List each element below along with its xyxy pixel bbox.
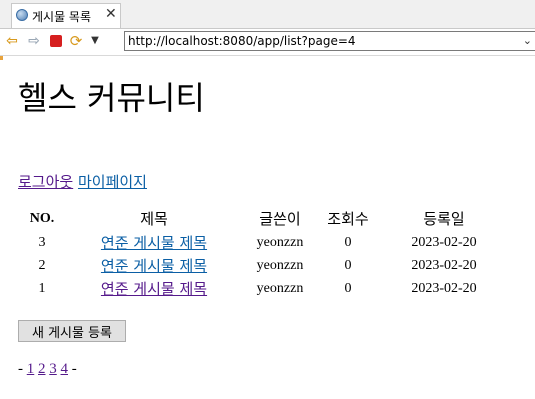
- logout-link[interactable]: 로그아웃: [18, 173, 73, 191]
- post-title-link[interactable]: 연준 게시물 제목: [101, 257, 207, 275]
- cell-no: 1: [38, 280, 46, 296]
- cell-date: 2023-02-20: [411, 280, 477, 296]
- close-icon[interactable]: ✕: [105, 6, 117, 22]
- stop-icon[interactable]: [48, 33, 64, 49]
- chevron-down-icon[interactable]: ⌄: [523, 34, 532, 47]
- header-author: 글쓴이: [259, 210, 301, 228]
- navigation-toolbar: ⇦ ⇨ ⟳ ▼ ⌄: [0, 29, 535, 56]
- mypage-link[interactable]: 마이페이지: [78, 173, 147, 191]
- cell-date: 2023-02-20: [411, 234, 477, 250]
- forward-arrow-icon[interactable]: ⇨: [26, 33, 42, 49]
- cell-author: yeonzzn: [256, 280, 304, 296]
- cell-no: 2: [38, 257, 46, 273]
- browser-tab[interactable]: 게시물 목록 ✕: [11, 3, 121, 28]
- table-row: 2 연준 게시물 제목 yeonzzn 0 2023-02-20: [18, 254, 510, 277]
- cell-views: 0: [344, 234, 352, 250]
- pagination-prefix: -: [18, 361, 23, 377]
- tab-strip: 게시물 목록 ✕: [0, 0, 535, 29]
- new-post-button[interactable]: 새 게시물 등록: [18, 320, 126, 342]
- page-link-3[interactable]: 3: [49, 361, 57, 377]
- cell-author: yeonzzn: [256, 257, 304, 273]
- post-title-link[interactable]: 연준 게시물 제목: [101, 280, 207, 298]
- header-views: 조회수: [327, 210, 369, 228]
- cell-author: yeonzzn: [256, 234, 304, 250]
- url-input[interactable]: [128, 33, 513, 49]
- page-title: 헬스 커뮤니티: [18, 79, 205, 117]
- post-title-link[interactable]: 연준 게시물 제목: [101, 234, 207, 252]
- back-arrow-icon[interactable]: ⇦: [4, 33, 20, 49]
- menu-dropdown-icon[interactable]: ▼: [87, 33, 103, 49]
- page-link-4[interactable]: 4: [61, 361, 69, 377]
- address-bar[interactable]: ⌄: [124, 31, 535, 51]
- cell-no: 3: [38, 234, 46, 250]
- cell-date: 2023-02-20: [411, 257, 477, 273]
- pagination: - 1 2 3 4 -: [18, 361, 77, 378]
- post-table: NO. 제목 글쓴이 조회수 등록일 3 연준 게시물 제목 yeonzzn 0…: [18, 206, 510, 300]
- table-row: 1 연준 게시물 제목 yeonzzn 0 2023-02-20: [18, 277, 510, 300]
- user-links: 로그아웃 마이페이지: [18, 171, 147, 192]
- cell-views: 0: [344, 280, 352, 296]
- table-row: 3 연준 게시물 제목 yeonzzn 0 2023-02-20: [18, 231, 510, 254]
- pagination-suffix: -: [71, 361, 77, 377]
- page-link-1[interactable]: 1: [27, 361, 35, 377]
- table-header-row: NO. 제목 글쓴이 조회수 등록일: [18, 206, 510, 231]
- header-title: 제목: [140, 210, 168, 228]
- globe-icon: [16, 9, 28, 21]
- cell-views: 0: [344, 257, 352, 273]
- page-link-2[interactable]: 2: [38, 361, 46, 377]
- refresh-icon[interactable]: ⟳: [68, 33, 84, 49]
- header-date: 등록일: [423, 210, 465, 228]
- header-no: NO.: [29, 210, 55, 226]
- tab-title: 게시물 목록: [32, 10, 92, 24]
